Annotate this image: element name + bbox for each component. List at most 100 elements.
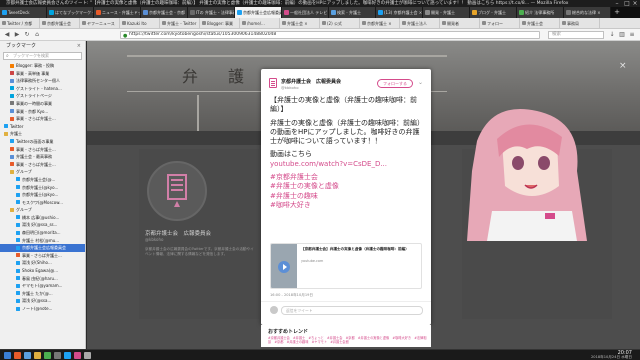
pinned-tab[interactable]: 開発者	[440, 18, 480, 28]
pinned-tab[interactable]: 京都弁護士 ×	[360, 18, 400, 28]
bookmark-item[interactable]: 弁護士会 - 最高事務	[0, 153, 85, 161]
bookmark-item[interactable]: 事業 - さらば弁護士...	[0, 115, 85, 123]
close-modal-icon[interactable]: ×	[619, 61, 627, 71]
follow-button[interactable]: フォローする	[377, 79, 413, 88]
bookmark-item[interactable]: ゲストライトページ	[0, 92, 85, 100]
trends-list[interactable]: #京都弁護士会 #弁護士 #ちょっと #弁護士会 #京都 #弁護士の実像と虚像 …	[268, 336, 428, 344]
browser-tab[interactable]: 総合的な法律 ×	[564, 7, 611, 18]
taskbar-app-icon[interactable]	[54, 352, 61, 359]
bookmark-item[interactable]: 法律事務所センター個人	[0, 77, 85, 85]
bookmark-item[interactable]: 弁護士 たか(@...	[0, 290, 85, 298]
bookmark-folder[interactable]: グループ	[0, 168, 85, 176]
pinned-tab[interactable]: Blogger: 事業	[200, 18, 240, 28]
hashtag-link[interactable]: #咖啡大好き	[270, 201, 422, 210]
pinned-tab[interactable]: ヤフーニュース	[80, 18, 120, 28]
taskbar-app-icon[interactable]	[84, 352, 91, 359]
browser-tab[interactable]: ニュース - 弁護士ドットコム	[94, 7, 141, 18]
menu-icon[interactable]: ≡	[628, 31, 636, 39]
hashtag-link[interactable]: #弁護士の実像と虚像	[270, 182, 422, 191]
browser-tab[interactable]: 一般社団法人 テレビ	[282, 7, 329, 18]
lock-icon: ●	[123, 33, 128, 39]
browser-tab[interactable]: (13) 京都弁護士会 ×	[376, 7, 423, 18]
bookmark-item[interactable]: Twitterの画面の事業	[0, 138, 85, 146]
bookmark-item[interactable]: 京都弁護士会広報委員会	[0, 244, 85, 252]
bookmark-item[interactable]: モスクワ(@Moscow...	[0, 199, 85, 207]
bookmark-item[interactable]: 弁護士 村松(@mu...	[0, 237, 85, 245]
chevron-down-icon[interactable]: ⌄	[418, 79, 423, 86]
forward-icon[interactable]: ▶	[13, 31, 21, 39]
bookmark-item[interactable]: 森田明日(@morita...	[0, 229, 85, 237]
taskbar-app-icon[interactable]	[14, 352, 21, 359]
pinned-tab[interactable]: 事務局	[560, 18, 600, 28]
bookmark-item[interactable]: 湯浅 好(@ssa_ss...	[0, 221, 85, 229]
browser-tab[interactable]: はてなブックマーク - hatena	[47, 7, 94, 18]
pinned-tab[interactable]: 弁護士 - Twitter	[160, 18, 200, 28]
pinned-tab[interactable]: 京都弁護士会	[40, 18, 80, 28]
bookmark-folder[interactable]: グループ	[0, 206, 85, 214]
downloads-icon[interactable]: ↓	[608, 31, 616, 39]
link-card[interactable]: 【京都弁護士会】弁護士の実像と虚像（弁護士の趣味咖啡：前編） youtube.c…	[270, 243, 422, 289]
pinned-tab[interactable]: /home/...	[240, 18, 280, 28]
taskbar-app-icon[interactable]	[24, 352, 31, 359]
hashtag-link[interactable]: #弁護士の趣味	[270, 192, 422, 201]
close-window-button[interactable]: ×	[630, 0, 640, 7]
minimize-button[interactable]: –	[612, 0, 622, 7]
browser-tab[interactable]: ITの 弁護士・法律事務所	[188, 7, 235, 18]
bookmark-item[interactable]: 京都弁護士(@kyo...	[0, 191, 85, 199]
bookmark-item[interactable]: 事業の一時間の事業	[0, 100, 85, 108]
browser-tab[interactable]: 京都弁護士会広報委員会	[235, 7, 282, 18]
browser-tab[interactable]: 開発 - 弁護士	[423, 7, 470, 18]
tweet-account-handle[interactable]: @kbkoho	[281, 85, 299, 90]
taskbar-app-icon[interactable]	[74, 352, 81, 359]
bookmark-item[interactable]: 春風 由紀(@haru...	[0, 275, 85, 283]
bookmark-item[interactable]: 京都弁護士会(@...	[0, 176, 85, 184]
bookmark-item[interactable]: ゲストライト - hatena...	[0, 85, 85, 93]
browser-tab[interactable]: 京都弁護士会 - 京都	[141, 7, 188, 18]
pinned-tab[interactable]: Twitter / 京都	[0, 18, 40, 28]
bookmark-folder[interactable]: Twitter	[0, 123, 85, 131]
bookmark-item[interactable]: 京都弁護士(@kyo...	[0, 184, 85, 192]
bookmark-item[interactable]: 湯浅 好(@ssa...	[0, 297, 85, 305]
profile-avatar[interactable]	[147, 161, 207, 221]
taskbar-app-icon[interactable]	[34, 352, 41, 359]
pinned-tab[interactable]: フォロー	[480, 18, 520, 28]
bookmark-item[interactable]: Blogger: 事務 - 投稿	[0, 62, 85, 70]
taskbar-app-icon[interactable]	[44, 352, 51, 359]
back-icon[interactable]: ◀	[3, 31, 11, 39]
bookmark-item[interactable]: 事業 - さらば弁護士...	[0, 252, 85, 260]
bookmark-item[interactable]: 事業 - さらば弁護士...	[0, 146, 85, 154]
bookmark-item[interactable]: 事業 - さらば弁護士...	[0, 161, 85, 169]
bookmark-item[interactable]: Shoko Egawa(@...	[0, 267, 85, 275]
library-icon[interactable]: ▥	[618, 31, 626, 39]
home-icon[interactable]: ⌂	[33, 31, 41, 39]
bookmark-item[interactable]: ノート(@note...	[0, 305, 85, 313]
pinned-tab[interactable]: (2) 公式	[320, 18, 360, 28]
url-bar[interactable]: ● https://twitter.com/kyotobengoshi/stat…	[120, 31, 540, 39]
bookmark-search-input[interactable]: ⌕ ブックマークを検索	[3, 52, 82, 60]
pinned-tab[interactable]: 弁護士会	[520, 18, 560, 28]
pinned-tab[interactable]: Kazuki Ito	[120, 18, 160, 28]
browser-tab[interactable]: ブログ - 弁護士	[470, 7, 517, 18]
hashtag-link[interactable]: #京都弁護士会	[270, 173, 422, 182]
new-tab-button[interactable]: +	[611, 7, 623, 18]
tweet-account-name[interactable]: 京都弁護士会 広報委員会	[281, 78, 341, 85]
reply-input[interactable]: 返信をツイート	[281, 306, 423, 315]
reload-icon[interactable]: ↻	[23, 31, 31, 39]
bookmark-item[interactable]: 湯浅 好(Shiho...	[0, 259, 85, 267]
browser-tab[interactable]: 紹介 法律事務所	[517, 7, 564, 18]
pinned-tab[interactable]: 弁護士会 ×	[280, 18, 320, 28]
close-sidebar-icon[interactable]: ×	[77, 41, 81, 51]
bookmark-item[interactable]: 事業 - 高単価 事業	[0, 70, 85, 78]
tweet-timestamp[interactable]: 16:00 - 2018年10月19日	[270, 293, 313, 298]
bookmark-item[interactable]: ヤマモト(@yamam...	[0, 282, 85, 290]
bookmark-item[interactable]: 事業 - 京都 Kyo...	[0, 108, 85, 116]
browser-tab[interactable]: 検索 - 弁護士	[329, 7, 376, 18]
bookmark-folder[interactable]: 弁護士	[0, 130, 85, 138]
taskbar-app-icon[interactable]	[64, 352, 71, 359]
pinned-tab[interactable]: 弁護士法人	[400, 18, 440, 28]
browser-tab[interactable]: TweetDeck	[0, 7, 47, 18]
taskbar-app-icon[interactable]	[4, 352, 11, 359]
bookmark-item[interactable]: 橋本 広事(@ushio...	[0, 214, 85, 222]
tweet-video-link[interactable]: youtube.com/watch?v=CsDE_D...	[270, 160, 422, 169]
search-input[interactable]: 検索	[548, 31, 604, 39]
